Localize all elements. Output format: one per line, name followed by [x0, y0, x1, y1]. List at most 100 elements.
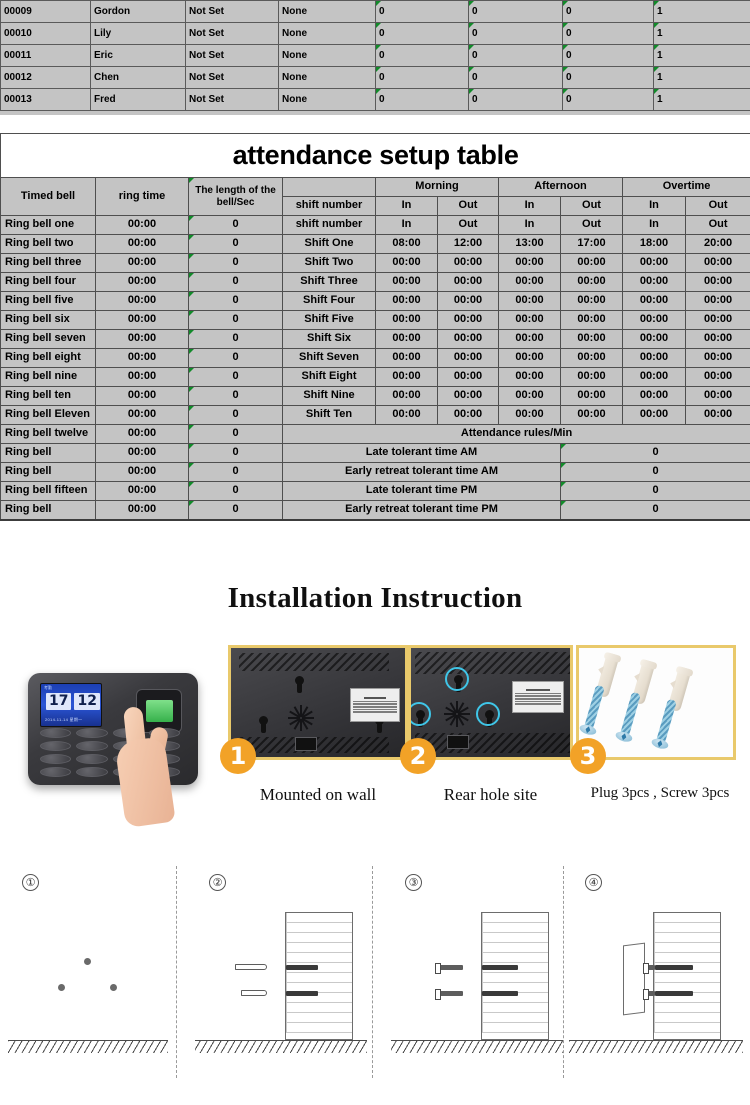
shift-ot-out: 20:00 — [684, 234, 750, 254]
shift-pm-out: 00:00 — [560, 272, 623, 292]
cell-num1: 0 — [375, 22, 469, 45]
shift-ot-out: 00:00 — [684, 405, 750, 425]
header-morning: Morning — [375, 177, 499, 197]
shift-pm-out: 00:00 — [560, 291, 623, 311]
rule-value: 0 — [559, 443, 750, 463]
table-row[interactable]: Ring bell seven 00:00 0 Shift Six 00:00 … — [0, 329, 750, 349]
table-row[interactable]: Ring bell eight 00:00 0 Shift Seven 00:0… — [0, 348, 750, 368]
bell-name: Ring bell two — [0, 234, 96, 254]
table-row[interactable]: Ring bell fifteen 00:00 0 Late tolerant … — [0, 481, 750, 501]
bell-name: Ring bell — [0, 462, 96, 482]
table-row[interactable]: Ring bell 00:00 0 Late tolerant time AM … — [0, 443, 750, 463]
table-row[interactable]: Ring bell ten 00:00 0 Shift Nine 00:00 0… — [0, 386, 750, 406]
cell-num2: 0 — [468, 88, 563, 112]
shift-am-in: 00:00 — [375, 348, 438, 368]
table-row[interactable]: Ring bell nine 00:00 0 Shift Eight 00:00… — [0, 367, 750, 387]
bell-time: 00:00 — [95, 291, 189, 311]
shift-pm-in: 00:00 — [498, 329, 561, 349]
photo-caption-3: Plug 3pcs , Screw 3pcs — [590, 785, 730, 801]
cell-num4: 1 — [653, 66, 750, 89]
table-row[interactable]: 00010 Lily Not Set None 0 0 0 1 — [0, 22, 750, 45]
table-row[interactable]: 00012 Chen Not Set None 0 0 0 1 — [0, 66, 750, 89]
photo-frame — [408, 645, 573, 760]
shift-ot-out: 00:00 — [684, 386, 750, 406]
device-rear-closeup-image — [411, 648, 570, 757]
speaker-grille-icon — [443, 700, 471, 728]
shift-ot-out: Out — [684, 215, 750, 235]
bell-name: Ring bell seven — [0, 329, 96, 349]
screw-inside-wall — [655, 965, 693, 970]
shift-pm-in: 00:00 — [498, 291, 561, 311]
table-row[interactable]: 00011 Eric Not Set None 0 0 0 1 — [0, 44, 750, 67]
step-badge-3: 3 — [570, 738, 606, 774]
attendance-setup-table: attendance setup table Timed bell ring t… — [0, 133, 750, 521]
shift-ot-out: 00:00 — [684, 329, 750, 349]
shift-am-in: In — [375, 215, 438, 235]
shift-pm-out: 00:00 — [560, 386, 623, 406]
shift-am-in: 00:00 — [375, 310, 438, 330]
shift-ot-in: 00:00 — [622, 310, 686, 330]
table-row[interactable]: Ring bell six 00:00 0 Shift Five 00:00 0… — [0, 310, 750, 330]
rule-value: 0 — [559, 481, 750, 501]
header-overtime-in: In — [622, 196, 686, 216]
shift-ot-out: 00:00 — [684, 348, 750, 368]
table-row[interactable]: Ring bell Eleven 00:00 0 Shift Ten 00:00… — [0, 405, 750, 425]
usb-port — [295, 737, 317, 751]
shift-am-out: 00:00 — [437, 329, 499, 349]
shift-am-in: 00:00 — [375, 367, 438, 387]
bell-time: 00:00 — [95, 462, 189, 482]
cell-name: Lily — [90, 22, 186, 45]
table-row[interactable]: 00013 Fred Not Set None 0 0 0 1 — [0, 88, 750, 112]
cell-num4: 1 — [653, 88, 750, 112]
shift-am-out: 00:00 — [437, 253, 499, 273]
table-row[interactable]: Ring bell five 00:00 0 Shift Four 00:00 … — [0, 291, 750, 311]
table-row[interactable]: Ring bell one 00:00 0 shift number In Ou… — [0, 215, 750, 235]
brick-wall — [481, 912, 549, 1040]
page-title: attendance setup table — [0, 133, 750, 178]
cell-id: 00011 — [0, 44, 91, 67]
cell-num3: 0 — [562, 88, 654, 112]
cell-num1: 0 — [375, 66, 469, 89]
bell-time: 00:00 — [95, 367, 189, 387]
cell-privilege: Not Set — [185, 22, 279, 45]
bell-length: 0 — [188, 291, 283, 311]
bell-time: 00:00 — [95, 500, 189, 521]
table-row[interactable]: Ring bell two 00:00 0 Shift One 08:00 12… — [0, 234, 750, 254]
bell-name: Ring bell Eleven — [0, 405, 96, 425]
device-rear-image — [231, 648, 405, 757]
cell-num4: 1 — [653, 0, 750, 23]
shift-pm-out: 00:00 — [560, 329, 623, 349]
rule-label: Late tolerant time PM — [282, 481, 561, 501]
bell-time: 00:00 — [95, 424, 189, 444]
cell-name: Chen — [90, 66, 186, 89]
bell-length: 0 — [188, 462, 283, 482]
bell-time: 00:00 — [95, 443, 189, 463]
shift-am-in: 00:00 — [375, 405, 438, 425]
cell-id: 00009 — [0, 0, 91, 23]
table-row[interactable]: Ring bell four 00:00 0 Shift Three 00:00… — [0, 272, 750, 292]
table-row[interactable]: Ring bell twelve 00:00 0 Attendance rule… — [0, 424, 750, 444]
keypad-key — [76, 754, 108, 764]
table-row[interactable]: Ring bell three 00:00 0 Shift Two 00:00 … — [0, 253, 750, 273]
table-row[interactable]: Ring bell 00:00 0 Early retreat tolerant… — [0, 462, 750, 482]
bell-length: 0 — [188, 272, 283, 292]
table-row[interactable]: 00009 Gordon Not Set None 0 0 0 1 — [0, 0, 750, 23]
shift-am-out: 12:00 — [437, 234, 499, 254]
shift-name: Shift One — [282, 234, 376, 254]
diagram-step-1: ① — [0, 862, 187, 1105]
cell-num3: 0 — [562, 44, 654, 67]
attendance-header-row: Timed bell ring time The length of the b… — [0, 177, 750, 216]
bell-length: 0 — [188, 234, 283, 254]
bell-time: 00:00 — [95, 310, 189, 330]
hand-illustration — [112, 705, 178, 829]
bell-name: Ring bell twelve — [0, 424, 96, 444]
bell-length: 0 — [188, 481, 283, 501]
employee-table-bottom-strip — [0, 110, 750, 115]
rule-value: 0 — [559, 462, 750, 482]
cell-num4: 1 — [653, 44, 750, 67]
mount-point-dot — [110, 984, 117, 991]
header-shift-spacer — [282, 177, 376, 197]
cell-privilege: Not Set — [185, 88, 279, 112]
plug-inside-wall — [286, 965, 318, 970]
table-row[interactable]: Ring bell 00:00 0 Early retreat tolerant… — [0, 500, 750, 521]
